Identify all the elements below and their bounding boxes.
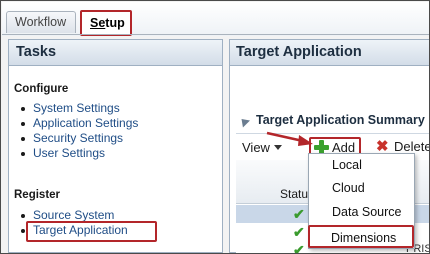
link-application-settings[interactable]: Application Settings — [20, 116, 138, 131]
menu-item-cloud[interactable]: Cloud — [309, 177, 414, 200]
link-user-settings[interactable]: User Settings — [20, 146, 138, 161]
register-heading: Register — [14, 189, 61, 201]
tasks-panel: Tasks Configure System Settings Applicat… — [8, 39, 223, 253]
menu-item-local[interactable]: Local — [309, 154, 414, 177]
check-icon: ✔ — [293, 242, 305, 254]
tab-workflow-label: Workflow — [15, 15, 67, 29]
app-window: Workflow Setup Tasks Configure System Se… — [0, 0, 430, 254]
link-system-settings[interactable]: System Settings — [20, 101, 138, 116]
configure-heading: Configure — [14, 83, 69, 95]
delete-button[interactable]: ✖ Delete — [374, 138, 430, 155]
delete-label: Delete — [394, 139, 430, 154]
summary-title: Target Application Summary — [256, 113, 425, 127]
target-application-highlight — [26, 221, 157, 242]
add-dropdown-menu: Local Cloud Data Source Dimensions — [308, 153, 415, 249]
target-panel-title: Target Application — [230, 40, 429, 66]
collapse-triangle-icon[interactable] — [237, 115, 251, 128]
tasks-panel-title: Tasks — [9, 40, 222, 66]
check-icon: ✔ — [293, 224, 305, 240]
tab-workflow[interactable]: Workflow — [6, 11, 76, 33]
annotation-arrow-icon — [266, 131, 313, 146]
tab-setup-label-rest: tup — [105, 16, 125, 30]
menu-item-data-source[interactable]: Data Source — [309, 201, 414, 224]
plus-icon — [314, 140, 329, 155]
delete-x-icon: ✖ — [376, 138, 389, 155]
configure-links: System Settings Application Settings Sec… — [20, 101, 138, 161]
tab-setup-label-mnemonic: Se — [90, 16, 106, 30]
link-security-settings[interactable]: Security Settings — [20, 131, 138, 146]
tab-divider — [2, 34, 429, 35]
check-icon: ✔ — [293, 206, 305, 222]
tab-strip: Workflow Setup — [2, 2, 429, 36]
menu-item-dimensions[interactable]: Dimensions — [308, 225, 414, 248]
summary-header[interactable]: Target Application Summary — [230, 110, 429, 130]
tab-setup[interactable]: Setup — [80, 10, 132, 36]
